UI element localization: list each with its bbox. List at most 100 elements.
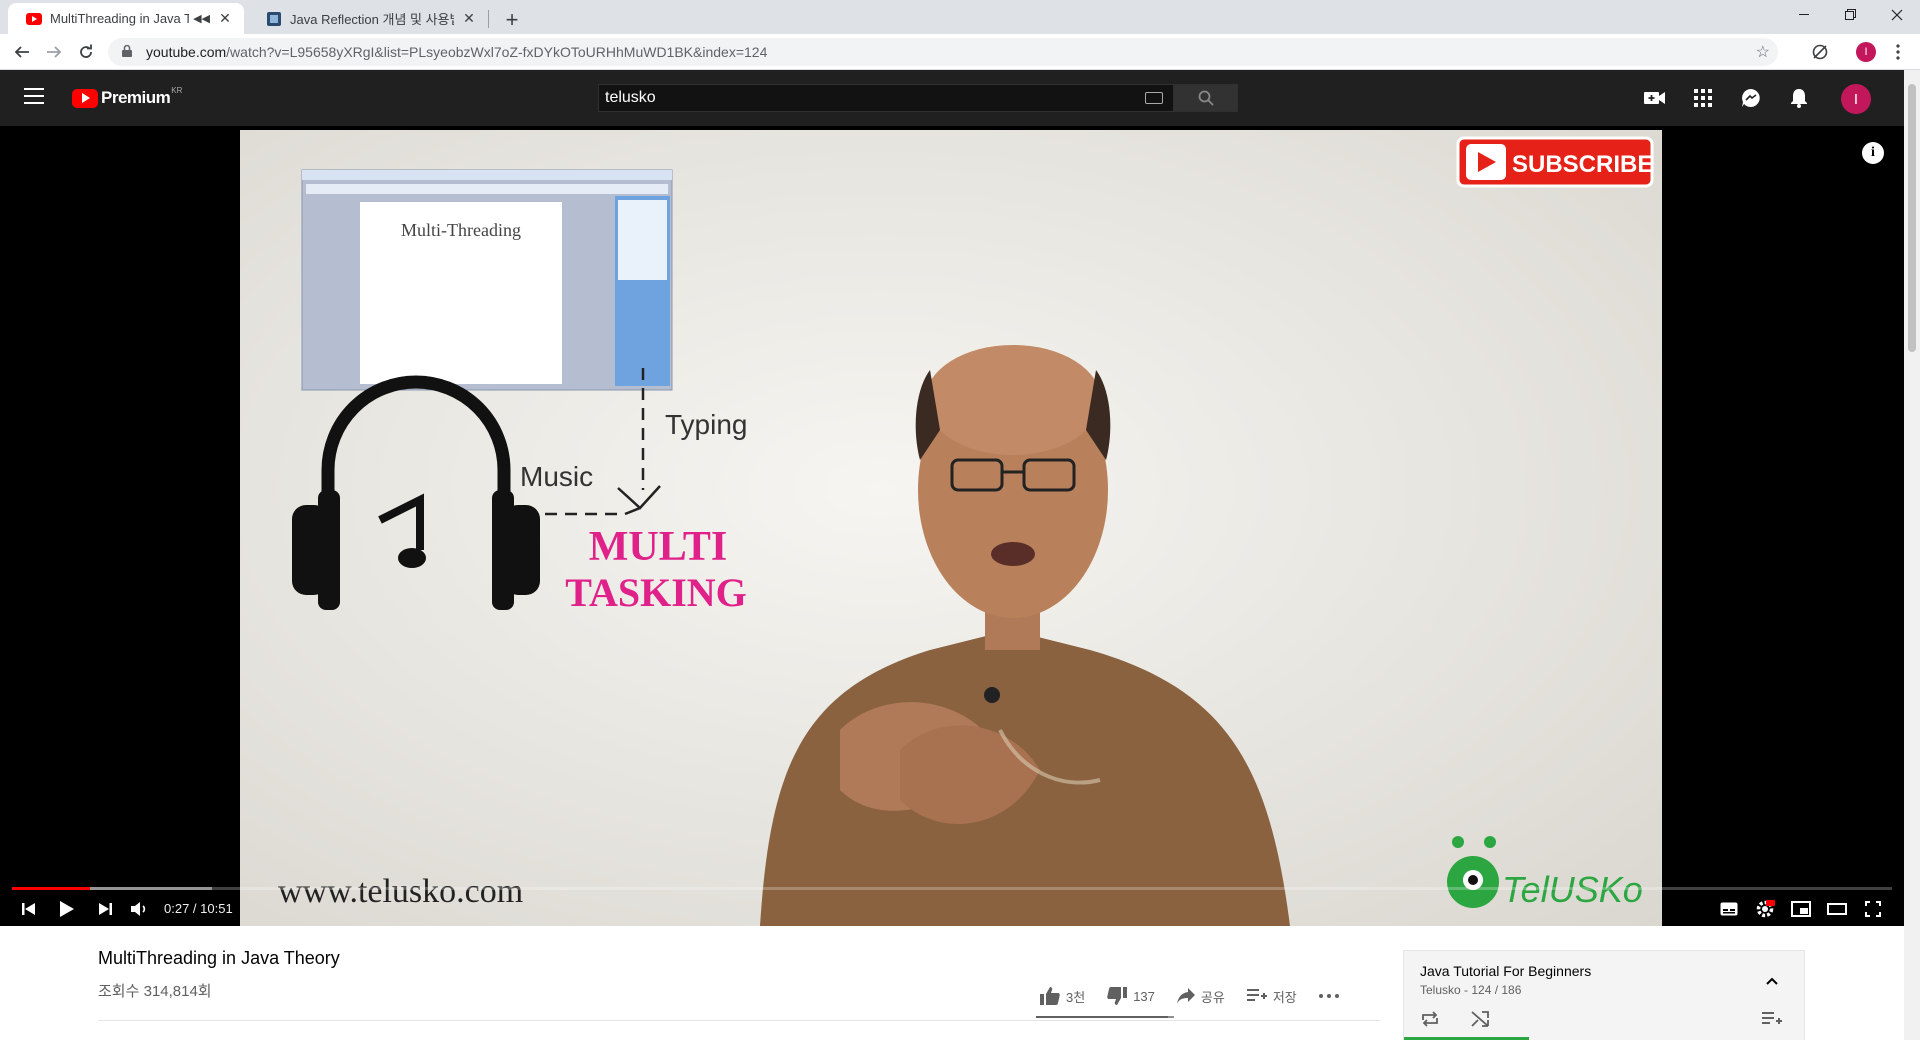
playlist-panel: Java Tutorial For Beginners Telusko - 12…	[1403, 950, 1805, 1040]
bell-icon	[1791, 89, 1807, 108]
chat-bubble-icon	[1742, 89, 1760, 107]
collapse-playlist-button[interactable]	[1760, 969, 1784, 993]
view-count: 조회수 314,814회	[98, 983, 212, 1000]
tab-java-reflection[interactable]: Java Reflection 개념 및 사용법 ✕	[248, 3, 488, 34]
restore-button[interactable]	[1828, 0, 1874, 30]
youtube-premium-logo[interactable]: Premium KR	[72, 86, 183, 108]
forward-button[interactable]	[40, 38, 68, 66]
document-title-text: Multi-Threading	[401, 220, 521, 240]
playlist-subtitle: Telusko - 124 / 186	[1420, 983, 1522, 997]
next-button[interactable]	[92, 896, 118, 922]
more-actions-button[interactable]	[1318, 994, 1339, 998]
subtitles-button[interactable]	[1716, 896, 1742, 922]
browser-tab-strip: MultiThreading in Java The ◀◀ ✕ Java Ref…	[0, 0, 1920, 34]
logo-region: KR	[171, 86, 183, 95]
address-bar[interactable]: youtube.com/watch?v=L95658yXRgI&list=PLs…	[108, 38, 1778, 66]
create-video-button[interactable]	[1643, 86, 1667, 110]
word-document-screenshot: Multi-Threading	[301, 169, 673, 391]
url-path: /watch?v=L95658yXRgI&list=PLsyeobzWxl7oZ…	[226, 44, 768, 60]
more-horizontal-icon	[1318, 994, 1339, 998]
volume-icon	[131, 902, 146, 916]
site-favicon-icon	[266, 11, 282, 27]
subtitles-icon	[1720, 902, 1738, 916]
subscribe-text: SUBSCRIBE	[1512, 151, 1653, 178]
save-button[interactable]: 저장	[1246, 987, 1297, 1006]
reload-button[interactable]	[72, 38, 100, 66]
thumbs-up-icon	[1040, 987, 1060, 1005]
shuffle-button[interactable]	[1468, 1007, 1492, 1031]
forward-arrow-icon	[47, 46, 62, 58]
back-button[interactable]	[8, 38, 36, 66]
theater-mode-button[interactable]	[1824, 896, 1850, 922]
skip-next-icon	[99, 903, 112, 915]
current-time: 0:27	[164, 901, 190, 916]
playlist-save-button[interactable]	[1760, 1007, 1784, 1031]
gear-icon	[1756, 900, 1775, 918]
restore-icon	[1845, 9, 1856, 20]
progress-bar[interactable]	[12, 887, 1892, 890]
video-actions: 3천 137 공유 저장	[1040, 980, 1361, 1012]
time-display: 0:27 / 10:51	[164, 901, 233, 916]
page-scrollbar[interactable]	[1904, 70, 1920, 1040]
shuffle-icon	[1471, 1011, 1489, 1027]
repeat-icon	[1422, 1011, 1438, 1027]
kebab-menu-icon	[1896, 44, 1900, 60]
apps-button[interactable]	[1691, 86, 1715, 110]
tab-close-icon[interactable]: ✕	[216, 10, 234, 28]
dislike-button[interactable]: 137	[1107, 987, 1155, 1005]
chevron-up-icon	[1766, 977, 1778, 985]
skip-previous-icon	[22, 903, 35, 915]
tab-multithreading[interactable]: MultiThreading in Java The ◀◀ ✕	[8, 3, 244, 34]
close-window-button[interactable]	[1874, 0, 1920, 30]
share-label: 공유	[1200, 989, 1225, 1005]
keyboard-icon[interactable]	[1145, 92, 1163, 104]
tab-close-icon[interactable]: ✕	[460, 10, 478, 28]
new-tab-button[interactable]: +	[498, 6, 526, 34]
profile-button[interactable]: I	[1854, 40, 1878, 64]
miniplayer-icon	[1791, 901, 1811, 917]
search-button[interactable]	[1174, 84, 1238, 112]
search-icon	[1198, 90, 1214, 106]
playlist-title[interactable]: Java Tutorial For Beginners	[1420, 963, 1591, 979]
save-label: 저장	[1272, 989, 1297, 1005]
subscribe-badge: SUBSCRIBE	[1456, 136, 1654, 188]
theater-icon	[1827, 903, 1847, 915]
share-button[interactable]: 공유	[1176, 987, 1225, 1006]
play-icon	[60, 901, 74, 917]
played-bar	[12, 887, 90, 890]
scrollbar-thumb[interactable]	[1908, 84, 1916, 352]
minimize-button[interactable]	[1782, 0, 1828, 30]
browser-menu-button[interactable]	[1886, 40, 1910, 64]
apps-grid-icon	[1694, 89, 1712, 107]
video-still: Multi-Threading Typing Music MULTI TASKI…	[240, 130, 1662, 926]
extension-sync-icon[interactable]	[1808, 40, 1832, 64]
reload-icon	[80, 44, 92, 58]
multi-label: MULTI	[589, 524, 728, 570]
video-title: MultiThreading in Java Theory	[98, 948, 340, 968]
search-input[interactable]	[605, 89, 1125, 107]
volume-button[interactable]	[126, 896, 152, 922]
notifications-button[interactable]	[1787, 86, 1811, 110]
thumbs-down-icon	[1107, 987, 1128, 1005]
youtube-play-icon	[72, 88, 98, 108]
guide-menu-icon[interactable]	[24, 88, 44, 104]
tab-audio-icon[interactable]: ◀◀	[193, 12, 210, 25]
info-icon[interactable]: i	[1862, 142, 1884, 164]
close-icon	[1891, 9, 1903, 21]
like-button[interactable]: 3천	[1040, 987, 1085, 1006]
back-arrow-icon	[14, 46, 29, 58]
loop-playlist-button[interactable]	[1418, 1007, 1442, 1031]
play-button[interactable]	[54, 896, 80, 922]
bookmark-star-icon[interactable]: ☆	[1756, 42, 1770, 62]
account-avatar[interactable]: I	[1841, 84, 1871, 114]
previous-button[interactable]	[16, 896, 42, 922]
miniplayer-button[interactable]	[1788, 896, 1814, 922]
youtube-favicon-icon	[26, 11, 42, 27]
settings-button[interactable]	[1752, 896, 1778, 922]
video-camera-icon	[1644, 92, 1665, 104]
logo-text: Premium	[101, 88, 171, 107]
website-text: www.telusko.com	[278, 873, 523, 910]
fullscreen-button[interactable]	[1860, 896, 1886, 922]
messages-button[interactable]	[1739, 86, 1763, 110]
video-player[interactable]: Multi-Threading Typing Music MULTI TASKI…	[0, 126, 1904, 926]
